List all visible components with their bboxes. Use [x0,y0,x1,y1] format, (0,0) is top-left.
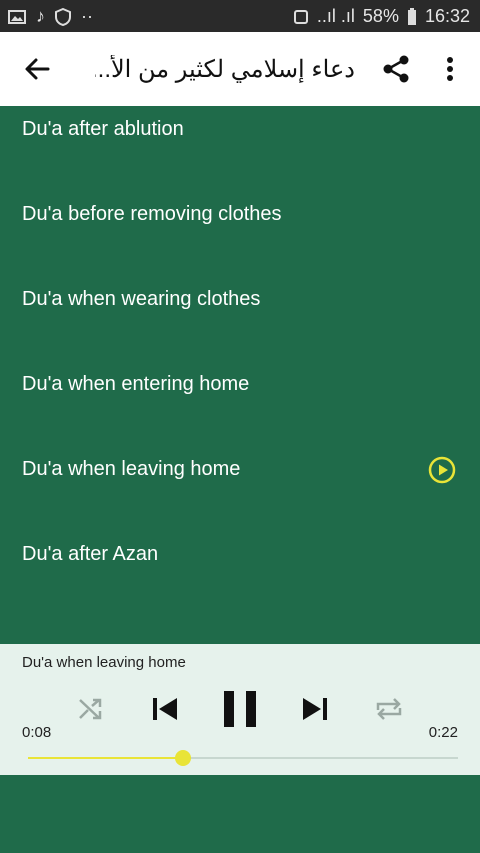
clock: 16:32 [424,6,470,26]
page-title: دعاء إسلامي لكثير من الأ... [95,56,355,83]
list-item[interactable]: Du'a before removing clothes [0,191,480,276]
bottom-area [0,775,480,853]
wifi-calling-icon [293,9,308,24]
repeat-icon[interactable] [374,696,404,722]
elapsed-time: 0:08 [22,724,52,741]
skip-next-icon[interactable] [300,696,330,722]
seek-bar[interactable] [28,750,458,766]
list-item-label: Du'a when wearing clothes [22,288,261,310]
shield-icon [55,7,71,26]
share-icon[interactable] [382,54,410,84]
status-bar: ♪ ·· ..ıl .ıl 58% 16:32 [0,0,480,32]
seek-progress [28,757,183,759]
list-item-label: Du'a when entering home [22,373,250,395]
pause-icon[interactable] [222,689,258,729]
signal-indicator: ..ıl .ıl [316,6,355,26]
battery-percent: 58% [362,6,399,26]
shuffle-icon[interactable] [77,696,105,722]
battery-icon [407,7,416,25]
more-vert-icon[interactable] [442,54,458,84]
seek-thumb[interactable] [174,750,191,766]
more-notifications-icon: ·· [81,6,93,26]
music-note-icon: ♪ [36,6,45,26]
list-item-label: Du'a after ablution [22,118,184,140]
media-player: Du'a when leaving home 0:08 0:22 [0,644,480,775]
app-bar: دعاء إسلامي لكثير من الأ... [0,32,480,106]
list-item-label: Du'a after Azan [22,543,159,565]
list-item[interactable]: Du'a after Azan [0,531,480,616]
list-item-label: Du'a when leaving home [22,458,241,480]
status-right: ..ıl .ıl 58% 16:32 [293,6,470,27]
back-arrow-icon[interactable] [22,54,52,84]
gallery-icon [8,9,26,24]
play-circle-icon[interactable] [428,456,456,484]
list-item[interactable]: Du'a after ablution [0,106,480,191]
list-item-label: Du'a before removing clothes [22,203,282,225]
list-item[interactable]: Du'a when wearing clothes [0,276,480,361]
total-duration: 0:22 [428,724,458,741]
dua-list: Du'a after ablution Du'a before removing… [0,106,480,644]
skip-previous-icon[interactable] [150,696,180,722]
list-item[interactable]: Du'a when entering home [0,361,480,446]
now-playing-title: Du'a when leaving home [22,654,186,671]
status-notification-icons: ♪ ·· [8,6,93,27]
list-item[interactable]: Du'a when leaving home [0,446,480,531]
